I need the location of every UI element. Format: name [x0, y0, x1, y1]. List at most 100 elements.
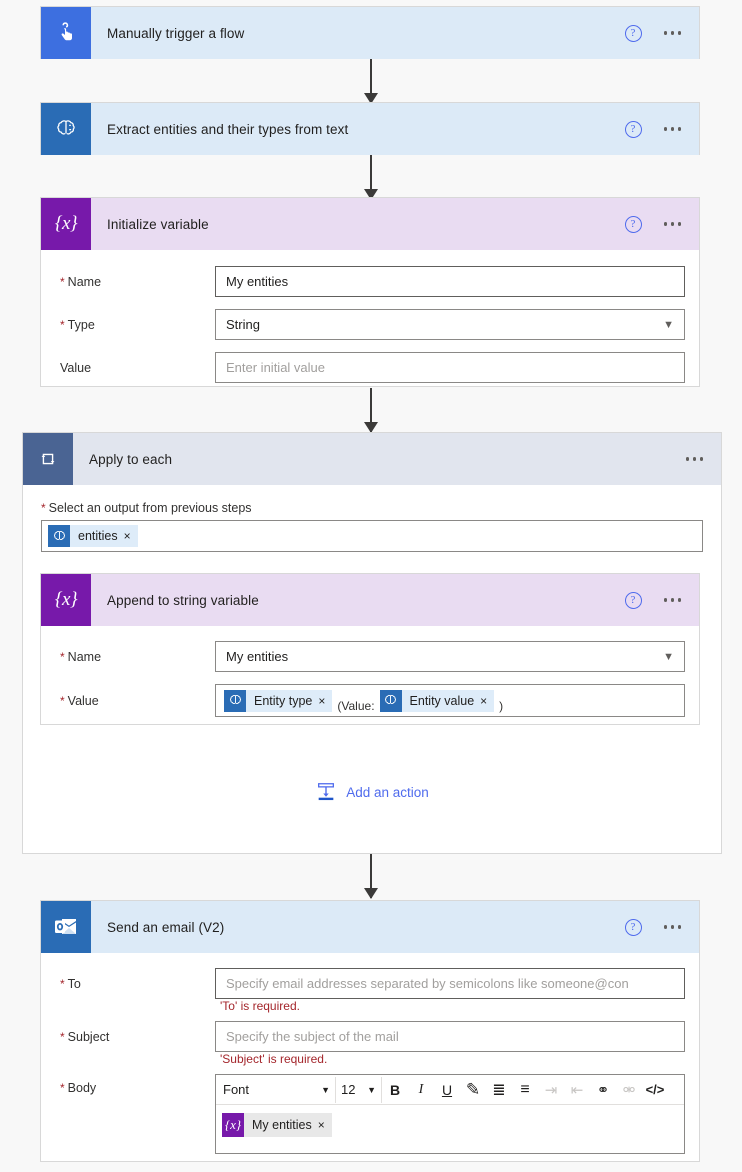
field-label: Name [55, 650, 215, 664]
card-header[interactable]: Manually trigger a flow ? [41, 7, 699, 59]
card-header[interactable]: Extract entities and their types from te… [41, 103, 699, 155]
variable-name-input[interactable]: My entities [215, 266, 685, 297]
field-placeholder: Enter initial value [226, 360, 325, 375]
email-to-input[interactable]: Specify email addresses separated by sem… [215, 968, 685, 999]
form-row-name: Name My entities [55, 266, 685, 297]
card-header[interactable]: {x} Append to string variable ? [41, 574, 699, 626]
italic-button[interactable]: I [408, 1077, 434, 1103]
overflow-menu-icon[interactable] [656, 222, 690, 226]
chevron-down-icon: ▼ [663, 318, 674, 331]
field-label: To [55, 977, 215, 991]
variable-type-select[interactable]: String ▼ [215, 309, 685, 340]
token-chip-entity-value[interactable]: Entity value × [379, 689, 495, 712]
font-size-select[interactable]: 12 ▼ [336, 1076, 382, 1103]
indent-button[interactable]: ⇥ [538, 1077, 564, 1103]
header-actions: ? [624, 7, 690, 59]
help-icon[interactable]: ? [624, 120, 642, 138]
validation-error-subject: 'Subject' is required. [220, 1052, 328, 1066]
card-header[interactable]: Send an email (V2) ? [41, 901, 699, 953]
validation-error-to: 'To' is required. [220, 999, 300, 1013]
form-row-subject: Subject Specify the subject of the mail [55, 1021, 685, 1052]
select-output-label: Select an output from previous steps [41, 501, 703, 515]
outdent-button[interactable]: ⇤ [564, 1077, 590, 1103]
overflow-menu-icon[interactable] [678, 457, 712, 461]
bold-button[interactable]: B [382, 1077, 408, 1103]
token-label: entities [78, 529, 118, 543]
email-body-editor[interactable]: Font ▼ 12 ▼ B I U ✎ ≣ ≡ ⇥ ⇤ ⚭ ⚮ </> {x} … [215, 1074, 685, 1154]
brain-icon [224, 689, 246, 712]
help-icon[interactable]: ? [624, 215, 642, 233]
variable-braces-icon: {x} [41, 574, 91, 626]
field-value: String [226, 317, 260, 332]
remove-token-icon[interactable]: × [480, 694, 494, 708]
form-row-to: To Specify email addresses separated by … [55, 968, 685, 999]
brain-icon [41, 103, 91, 155]
overflow-menu-icon[interactable] [656, 127, 690, 131]
card-title: Apply to each [89, 451, 173, 467]
header-actions: ? [624, 198, 690, 250]
variable-glyph: {x} [54, 589, 78, 610]
remove-token-icon[interactable]: × [318, 1118, 332, 1132]
add-an-action-button[interactable]: Add an action [41, 781, 703, 803]
overflow-menu-icon[interactable] [656, 31, 690, 35]
append-name-select[interactable]: My entities ▼ [215, 641, 685, 672]
field-value: My entities [226, 274, 289, 289]
token-label: My entities [252, 1118, 312, 1132]
chevron-down-icon: ▼ [367, 1084, 376, 1095]
code-view-button[interactable]: </> [642, 1077, 668, 1103]
append-value-input[interactable]: Entity type × (Value: Entity value ×) [215, 684, 685, 717]
remove-token-icon[interactable]: × [318, 694, 332, 708]
field-label: Name [55, 275, 215, 289]
step-card-manually-trigger-a-flow[interactable]: Manually trigger a flow ? [40, 6, 700, 59]
step-card-initialize-variable[interactable]: {x} Initialize variable ? Name My entiti… [40, 197, 700, 387]
card-header[interactable]: {x} Initialize variable ? [41, 198, 699, 250]
form-row-name: Name My entities ▼ [55, 641, 685, 672]
field-label: Type [55, 318, 215, 332]
numbered-list-button[interactable]: ≡ [512, 1077, 538, 1103]
help-icon[interactable]: ? [624, 918, 642, 936]
highlighter-icon[interactable]: ✎ [460, 1077, 486, 1103]
select-output-input[interactable]: entities × [41, 520, 703, 552]
card-title: Append to string variable [107, 592, 259, 608]
email-subject-input[interactable]: Specify the subject of the mail [215, 1021, 685, 1052]
richtext-toolbar: Font ▼ 12 ▼ B I U ✎ ≣ ≡ ⇥ ⇤ ⚭ ⚮ </> [216, 1075, 684, 1105]
underline-button[interactable]: U [434, 1077, 460, 1103]
header-actions [678, 433, 712, 485]
variable-braces-icon: {x} [41, 198, 91, 250]
chevron-down-icon: ▼ [321, 1084, 330, 1095]
remove-token-icon[interactable]: × [124, 529, 138, 543]
overflow-menu-icon[interactable] [656, 598, 690, 602]
token-chip-my-entities[interactable]: {x} My entities × [222, 1113, 332, 1137]
card-title: Send an email (V2) [107, 919, 225, 935]
card-title: Extract entities and their types from te… [107, 121, 349, 137]
form-row-value: Value Entity type × [55, 684, 685, 717]
token-chip-entity-type[interactable]: Entity type × [224, 689, 333, 712]
overflow-menu-icon[interactable] [656, 925, 690, 929]
step-card-send-an-email[interactable]: Send an email (V2) ? To Specify email ad… [40, 900, 700, 1162]
card-body: Name My entities Type String ▼ Value Ent… [41, 250, 699, 401]
brain-icon [48, 525, 70, 547]
card-header[interactable]: Apply to each [23, 433, 721, 485]
token-chip-entities[interactable]: entities × [48, 525, 138, 547]
brain-icon [379, 689, 402, 712]
font-family-label: Font [223, 1082, 250, 1097]
variable-value-input[interactable]: Enter initial value [215, 352, 685, 383]
bulleted-list-button[interactable]: ≣ [486, 1077, 512, 1103]
step-card-apply-to-each[interactable]: Apply to each Select an output from prev… [22, 432, 722, 854]
add-action-icon [315, 781, 337, 803]
variable-braces-icon: {x} [222, 1113, 244, 1137]
help-icon[interactable]: ? [624, 24, 642, 42]
font-family-select[interactable]: Font ▼ [218, 1076, 336, 1103]
link-button[interactable]: ⚭ [590, 1077, 616, 1103]
step-card-append-to-string-variable[interactable]: {x} Append to string variable ? Name My … [40, 573, 700, 725]
step-card-extract-entities[interactable]: Extract entities and their types from te… [40, 102, 700, 155]
card-body: Name My entities ▼ Value [41, 626, 699, 735]
font-size-label: 12 [341, 1082, 356, 1097]
email-body-content[interactable]: {x} My entities × [216, 1105, 684, 1153]
loop-repeat-icon [23, 433, 73, 485]
help-icon[interactable]: ? [624, 591, 642, 609]
field-label: Body [55, 1074, 215, 1095]
card-title: Initialize variable [107, 216, 209, 232]
add-action-label: Add an action [346, 784, 429, 800]
unlink-button[interactable]: ⚮ [616, 1077, 642, 1103]
